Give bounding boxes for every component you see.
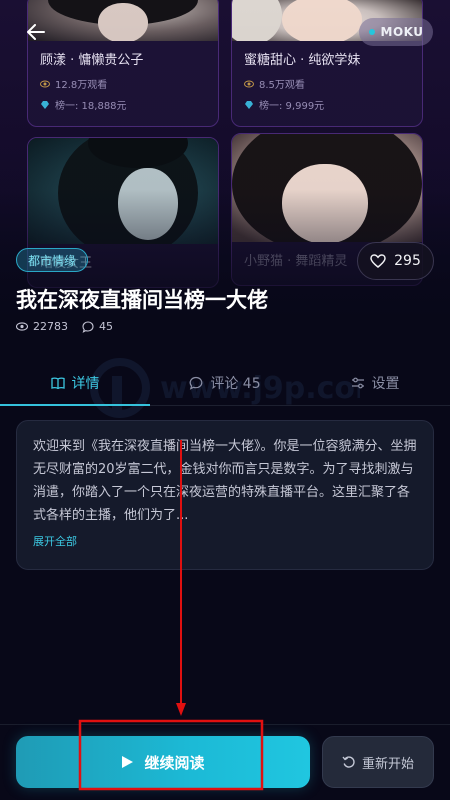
comment-icon [189,376,203,390]
restart-label: 重新开始 [361,756,414,772]
like-count: 295 [394,253,421,269]
like-button[interactable]: 295 [357,242,434,280]
annotation-arrow-head [176,703,186,716]
heart-icon [370,254,386,268]
character-art [232,134,422,242]
character-card[interactable]: 顾漾 · 慵懒贵公子 12.8万观看 榜一: 18,888元 [27,0,219,127]
expand-all-link[interactable]: 展开全部 [33,533,77,549]
genre-tag: 都市情缘 [16,248,89,272]
book-icon [50,377,65,389]
eye-icon [40,80,50,87]
restart-button[interactable]: 重新开始 [322,736,434,788]
play-icon [122,756,134,768]
comment-icon [82,320,94,333]
card-rank: 榜一: 18,888元 [40,97,206,112]
tab-comments[interactable]: 评论 45 [150,360,300,405]
card-name: 蜜糖甜心 · 纯欲学妹 [244,53,361,68]
refresh-icon [342,756,355,768]
story-stats: 22783 45 [16,320,113,333]
brand-dot-icon [368,29,375,35]
description-card: 欢迎来到《我在深夜直播间当榜一大佬》。你是一位容貌满分、坐拥无尽财富的20岁富二… [16,420,434,570]
continue-reading-label: 继续阅读 [144,753,205,772]
character-art [28,0,218,41]
tab-settings[interactable]: 设置 [300,360,450,405]
card-views: 12.8万观看 [40,76,206,91]
view-stat: 22783 [16,320,68,333]
card-rank: 榜一: 9,999元 [244,97,410,112]
continue-reading-button[interactable]: 继续阅读 [16,736,310,788]
eye-icon [244,80,254,87]
card-views: 8.5万观看 [244,76,410,91]
story-title: 我在深夜直播间当榜一大佬 [16,288,268,312]
back-button[interactable] [19,18,53,46]
arrow-left-icon [27,24,45,40]
settings-sliders-icon [351,377,364,388]
eye-icon [16,322,28,331]
character-art [28,138,218,244]
brand-label: MOKU [380,25,424,39]
detail-tabs: 详情 评论 45 设置 [0,360,450,406]
card-name: 顾漾 · 慵懒贵公子 [40,53,144,68]
tab-details[interactable]: 详情 [0,360,150,406]
description-text: 欢迎来到《我在深夜直播间当榜一大佬》。你是一位容貌满分、坐拥无尽财富的20岁富二… [33,439,417,523]
diamond-icon [245,100,253,109]
comment-stat: 45 [82,320,113,333]
diamond-icon [41,100,49,109]
brand-badge: MOKU [359,18,433,46]
